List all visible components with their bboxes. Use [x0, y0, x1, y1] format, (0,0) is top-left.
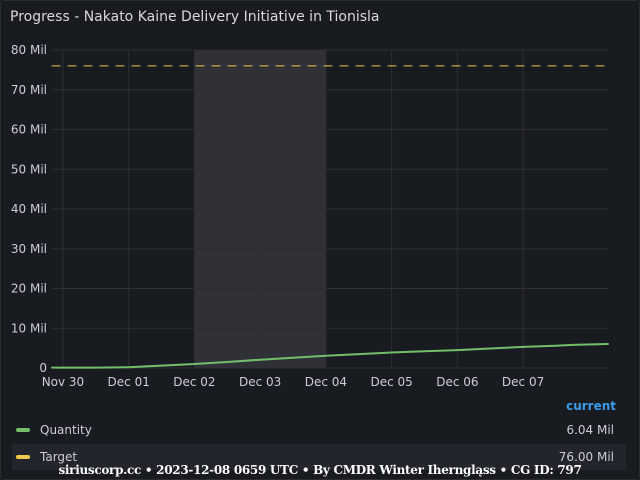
x-tick-label: Dec 07	[502, 375, 544, 389]
y-tick-label: 40 Mil	[11, 202, 47, 216]
legend-swatch-quantity	[16, 428, 30, 432]
y-tick-label: 70 Mil	[11, 83, 47, 97]
x-tick-label: Nov 30	[42, 375, 85, 389]
footer-credit: siriuscorp.cc • 2023-12-08 0659 UTC • By…	[58, 463, 582, 477]
y-tick-label: 0	[39, 361, 47, 375]
chart-area[interactable]: 0 10 Mil 20 Mil 30 Mil 40 Mil 50 Mil 60 Mil 70 …	[0, 0, 640, 400]
legend-value-quantity: 6.04 Mil	[566, 423, 614, 437]
x-tick-label: Dec 03	[239, 375, 281, 389]
y-tick-label: 30 Mil	[11, 242, 47, 256]
x-tick-label: Dec 02	[173, 375, 215, 389]
legend-item-quantity[interactable]: Quantity 6.04 Mil	[12, 417, 626, 443]
y-tick-label: 80 Mil	[11, 43, 47, 57]
y-tick-label: 20 Mil	[11, 282, 47, 296]
legend-header-current[interactable]: current	[566, 399, 616, 413]
x-tick-label: Dec 05	[370, 375, 412, 389]
legend-label-target: Target	[40, 450, 78, 464]
y-tick-label: 50 Mil	[11, 162, 47, 176]
y-tick-label: 10 Mil	[11, 321, 47, 335]
x-tick-label: Dec 01	[108, 375, 150, 389]
x-tick-label: Dec 04	[305, 375, 347, 389]
legend-label-quantity: Quantity	[40, 423, 92, 437]
x-tick-label: Dec 06	[436, 375, 478, 389]
y-tick-label: 60 Mil	[11, 123, 47, 137]
legend-value-target: 76.00 Mil	[558, 450, 614, 464]
series-line-quantity	[51, 343, 609, 369]
legend-swatch-target	[16, 455, 30, 459]
